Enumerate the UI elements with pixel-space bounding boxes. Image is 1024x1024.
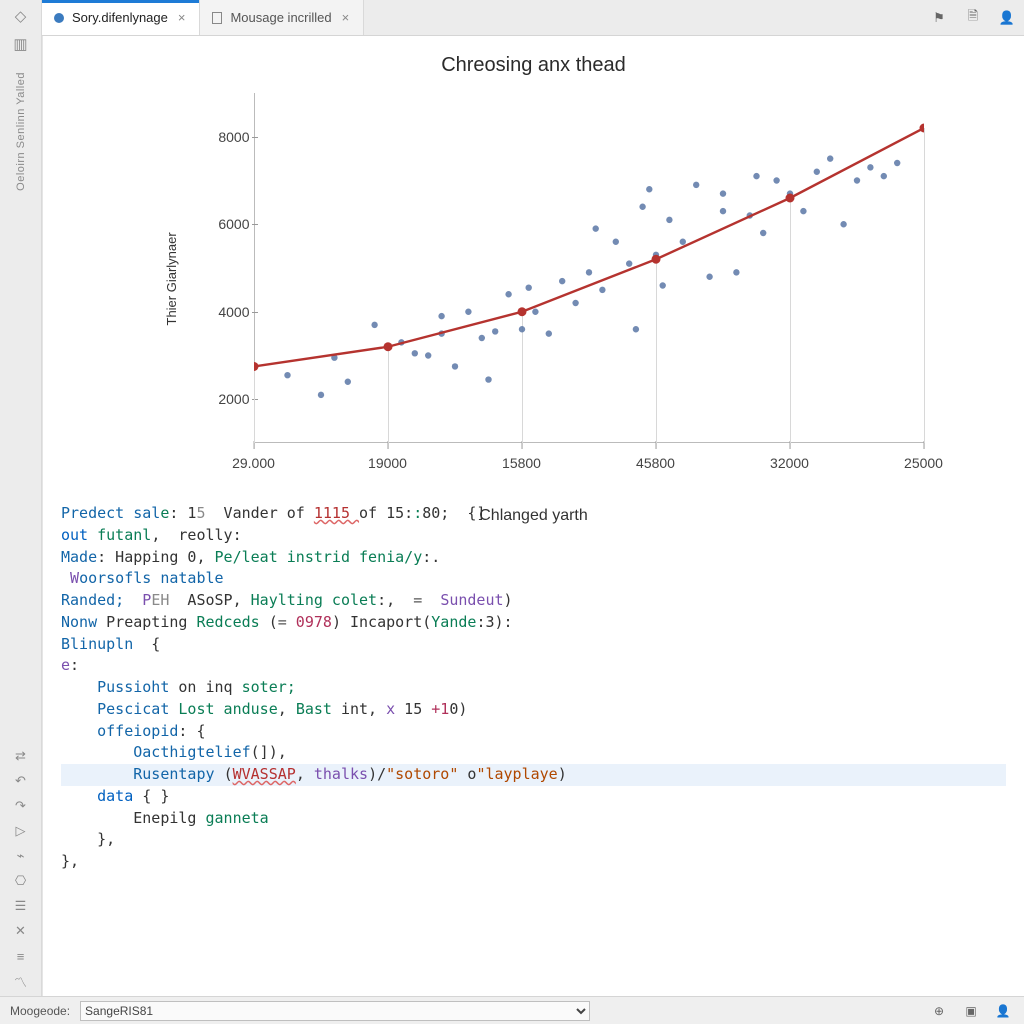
tab-sory-difenlynage[interactable]: Sory.difenlynage × [42, 0, 200, 35]
code-line[interactable]: Pussioht on inq soter; [61, 677, 1006, 699]
y-tick: 2000 [204, 391, 250, 407]
tab-label: Sory.difenlynage [72, 10, 168, 25]
code-line[interactable]: Randed; PEH ASoSP, Haylting colet:, = Su… [61, 590, 1006, 612]
close-icon[interactable]: ✕ [11, 921, 31, 941]
status-mode-select[interactable]: SangeRIS81 [80, 1001, 590, 1021]
y-tick: 6000 [204, 216, 250, 232]
chart-xlabel: Chlanged yarth [479, 507, 588, 525]
chart-title: Chreosing anx thead [103, 54, 964, 77]
code-line[interactable]: offeiopid: { [61, 721, 1006, 743]
chart-area: Chreosing anx thead Thier Giarlynaer Chl… [43, 36, 1024, 493]
panel-icon[interactable]: ▣ [960, 1004, 982, 1018]
code-line[interactable]: Made: Happing 0, Pe/leat instrid fenia/y… [61, 547, 1006, 569]
code-line[interactable]: Oacthigtelief(]), [61, 742, 1006, 764]
play-icon[interactable]: ▷ [11, 821, 31, 841]
grid-drop-line [924, 128, 925, 443]
chart-icon[interactable]: 〽 [11, 971, 31, 991]
status-label: Moogeode: [10, 1004, 70, 1018]
y-tick: 4000 [204, 304, 250, 320]
code-line[interactable]: }, [61, 829, 1006, 851]
gutter-bottom-icons: ⇄ ↶ ↷ ▷ ⌁ ⎔ ☰ ✕ ≡ 〽 ▦ [11, 746, 31, 1024]
close-tab-icon[interactable]: × [340, 10, 352, 25]
tab-dot-icon [54, 13, 64, 23]
x-tick: 29.000 [232, 455, 275, 471]
chart-ylabel: Thier Giarlynaer [164, 232, 179, 325]
swap-icon[interactable]: ⇄ [11, 746, 31, 766]
undo-icon[interactable]: ↶ [11, 771, 31, 791]
x-tick: 45800 [636, 455, 675, 471]
x-tick: 32000 [770, 455, 809, 471]
tab-doc-icon [212, 12, 222, 24]
new-file-icon[interactable]: 🗎 [956, 0, 990, 35]
target-icon[interactable]: ⊕ [928, 1004, 950, 1018]
status-bar: Moogeode: SangeRIS81 ⊕ ▣ 👤 [0, 996, 1024, 1024]
tab-bar: Sory.difenlynage × Mousage incrilled × ⚑… [42, 0, 1024, 36]
code-line[interactable]: Nonw Preapting Redceds (= 0978) Incaport… [61, 612, 1006, 634]
tab-label: Mousage incrilled [230, 10, 331, 25]
user-icon[interactable]: 👤 [990, 0, 1024, 35]
code-line[interactable]: data { } [61, 786, 1006, 808]
db-icon[interactable]: ☰ [11, 896, 31, 916]
layout-icon[interactable]: ▥ [11, 34, 31, 54]
code-line[interactable]: Woorsofls natable [61, 568, 1006, 590]
code-line[interactable]: Blinupln { [61, 634, 1006, 656]
editor-content: Chreosing anx thead Thier Giarlynaer Chl… [42, 36, 1024, 996]
code-line[interactable]: out futanl, reolly: [61, 525, 1006, 547]
chart-plot[interactable]: Thier Giarlynaer Chlanged yarth 20004000… [144, 93, 924, 483]
close-tab-icon[interactable]: × [176, 10, 188, 25]
x-tick: 19000 [368, 455, 407, 471]
redo-icon[interactable]: ↷ [11, 796, 31, 816]
pin-icon[interactable]: ⚑ [922, 0, 956, 35]
x-tick: 15800 [502, 455, 541, 471]
brackets-icon[interactable]: ⌁ [11, 846, 31, 866]
code-line[interactable]: Pescicat Lost anduse, Bast int, x 15 +10… [61, 699, 1006, 721]
code-line[interactable]: }, [61, 851, 1006, 873]
code-line[interactable]: Rusentapy (WVASSAP, thalks)/"sotoro" o"l… [61, 764, 1006, 786]
list-icon[interactable]: ≡ [11, 946, 31, 966]
diamond-icon[interactable]: ◇ [11, 6, 31, 26]
gutter-vertical-label: Oeloirn Senlinn Yalled [15, 72, 27, 191]
code-icon[interactable]: ⎔ [11, 871, 31, 891]
x-tick: 25000 [904, 455, 943, 471]
code-editor[interactable]: Predect sale: 15 Vander of 1115 of 15::8… [43, 493, 1024, 996]
chart-svg [254, 93, 924, 443]
y-tick: 8000 [204, 129, 250, 145]
code-line[interactable]: e: [61, 655, 1006, 677]
tab-mousage-incrilled[interactable]: Mousage incrilled × [200, 0, 364, 35]
user-icon[interactable]: 👤 [992, 1004, 1014, 1018]
left-gutter: ◇ ▥ Oeloirn Senlinn Yalled ⇄ ↶ ↷ ▷ ⌁ ⎔ ☰… [0, 0, 42, 1024]
code-line[interactable]: Enepilg ganneta [61, 808, 1006, 830]
